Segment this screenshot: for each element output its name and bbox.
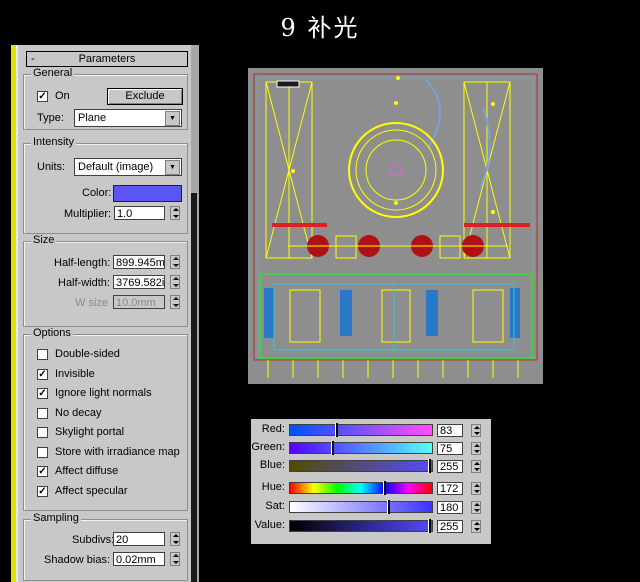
channel-spinner[interactable] <box>471 501 481 514</box>
half-width-label: Half-width: <box>58 277 110 289</box>
subdivs-label: Subdivs: <box>72 534 115 546</box>
half-length-spinner[interactable] <box>170 255 180 269</box>
left-plane-light-gizmo <box>265 81 313 259</box>
multiplier-spinner[interactable] <box>170 206 180 220</box>
general-group-title: General <box>31 67 75 79</box>
channel-value-field[interactable]: 83 <box>437 424 463 437</box>
channel-spinner[interactable] <box>471 460 481 473</box>
bottom-arrows <box>267 360 519 378</box>
subdivs-field[interactable]: 20 <box>113 532 165 546</box>
option-checkbox[interactable] <box>37 427 48 438</box>
units-value: Default (image) <box>78 161 154 173</box>
option-label: Skylight portal <box>55 426 125 438</box>
channel-label: Green: <box>251 441 285 453</box>
shadow-bias-label: Shadow bias: <box>44 554 111 566</box>
sampling-group-title: Sampling <box>31 512 81 524</box>
channel-value-field[interactable]: 180 <box>437 501 463 514</box>
options-group-title: Options <box>31 327 73 339</box>
channel-label: Sat: <box>265 500 285 512</box>
slider-handle[interactable] <box>330 441 334 455</box>
slider-handle[interactable] <box>387 500 391 514</box>
option-label: Store with irradiance map <box>55 445 180 458</box>
slider-handle[interactable] <box>428 459 431 473</box>
channel-spinner[interactable] <box>471 520 481 533</box>
channel-slider[interactable] <box>289 519 433 533</box>
scrollbar-thumb[interactable] <box>191 193 197 582</box>
type-dropdown[interactable]: Plane ▼ <box>74 109 182 127</box>
intensity-group-title: Intensity <box>31 136 76 148</box>
half-length-field[interactable]: 899.945m <box>113 255 165 269</box>
option-label: Affect specular <box>55 484 128 497</box>
w-size-label: W size <box>75 297 108 309</box>
parameters-panel: - Parameters General ✓ On Exclude Type: … <box>16 45 191 582</box>
slider-handle[interactable] <box>383 481 386 495</box>
light-color-swatch[interactable] <box>113 185 182 202</box>
option-checkbox[interactable]: ✓ <box>37 466 48 477</box>
type-value: Plane <box>78 112 107 124</box>
viewport-scene <box>253 73 538 378</box>
shadow-bias-field[interactable]: 0.02mm <box>113 552 165 566</box>
channel-slider[interactable] <box>289 441 433 455</box>
option-checkbox[interactable] <box>37 407 48 419</box>
option-checkbox[interactable]: ✓ <box>37 368 48 380</box>
units-label: Units: <box>37 161 66 173</box>
collapse-icon: - <box>31 53 35 65</box>
color-selector: Red: 83 Green: 75 Blue: 255 Hue: 172 Sat: 180 Valu… <box>251 419 491 544</box>
subdivs-spinner[interactable] <box>170 532 180 546</box>
option-label: Invisible <box>55 367 95 380</box>
slider-handle[interactable] <box>334 423 338 437</box>
chevron-down-icon: ▼ <box>165 111 180 126</box>
half-width-field[interactable]: 3769.582i <box>113 275 165 289</box>
size-group: Size Half-length: 899.945m Half-width: 3… <box>23 234 188 327</box>
channel-spinner[interactable] <box>471 442 481 455</box>
channel-label: Value: <box>254 519 285 531</box>
option-checkbox[interactable]: ✓ <box>37 485 48 497</box>
channel-label: Blue: <box>259 459 285 471</box>
channel-label: Hue: <box>261 481 285 493</box>
intensity-group: Intensity Units: Default (image) ▼ Color… <box>23 136 188 234</box>
top-viewport[interactable] <box>248 68 543 384</box>
option-label: Double-sided <box>55 348 120 360</box>
option-label: Affect diffuse <box>55 465 119 477</box>
channel-slider[interactable] <box>289 423 433 437</box>
desk-blocks <box>264 288 520 338</box>
general-group: General ✓ On Exclude Type: Plane ▼ <box>23 67 188 130</box>
channel-spinner[interactable] <box>471 482 481 495</box>
units-dropdown[interactable]: Default (image) ▼ <box>74 158 182 176</box>
channel-value-field[interactable]: 255 <box>437 460 463 473</box>
channel-slider[interactable] <box>289 500 433 514</box>
multiplier-field[interactable]: 1.0 <box>114 206 165 220</box>
half-width-spinner[interactable] <box>170 275 180 289</box>
options-group: Options Double-sided ✓ Invisible ✓ Ignore li… <box>23 327 188 511</box>
page-title: 9 补光 <box>280 14 360 42</box>
option-label: Ignore light normals <box>55 387 152 399</box>
channel-slider[interactable] <box>289 481 433 495</box>
on-label: On <box>55 90 70 102</box>
chevron-down-icon: ▼ <box>165 160 180 175</box>
multiplier-label: Multiplier: <box>64 208 112 220</box>
half-length-label: Half-length: <box>54 257 111 269</box>
rollout-title: Parameters <box>78 53 136 65</box>
option-checkbox[interactable]: ✓ <box>37 388 48 399</box>
w-size-field: 10.0mm <box>113 295 165 309</box>
option-label: No decay <box>55 406 102 419</box>
option-checkbox[interactable] <box>37 446 48 458</box>
channel-spinner[interactable] <box>471 424 481 437</box>
size-group-title: Size <box>31 234 57 246</box>
on-checkbox[interactable]: ✓ <box>37 91 48 102</box>
channel-value-field[interactable]: 172 <box>437 482 463 495</box>
w-size-spinner <box>170 295 180 309</box>
color-label: Color: <box>82 187 112 199</box>
parameters-rollout-header[interactable]: - Parameters <box>26 51 188 67</box>
channel-slider[interactable] <box>289 459 433 473</box>
exclude-button[interactable]: Exclude <box>107 88 183 105</box>
channel-value-field[interactable]: 255 <box>437 520 463 533</box>
channel-label: Red: <box>261 423 285 435</box>
shadow-bias-spinner[interactable] <box>170 552 180 566</box>
slider-handle[interactable] <box>428 519 431 533</box>
channel-value-field[interactable]: 75 <box>437 442 463 455</box>
option-checkbox[interactable] <box>37 349 48 360</box>
sampling-group: Sampling Subdivs: 20 Shadow bias: 0.02mm <box>23 512 188 581</box>
type-label: Type: <box>37 112 64 124</box>
